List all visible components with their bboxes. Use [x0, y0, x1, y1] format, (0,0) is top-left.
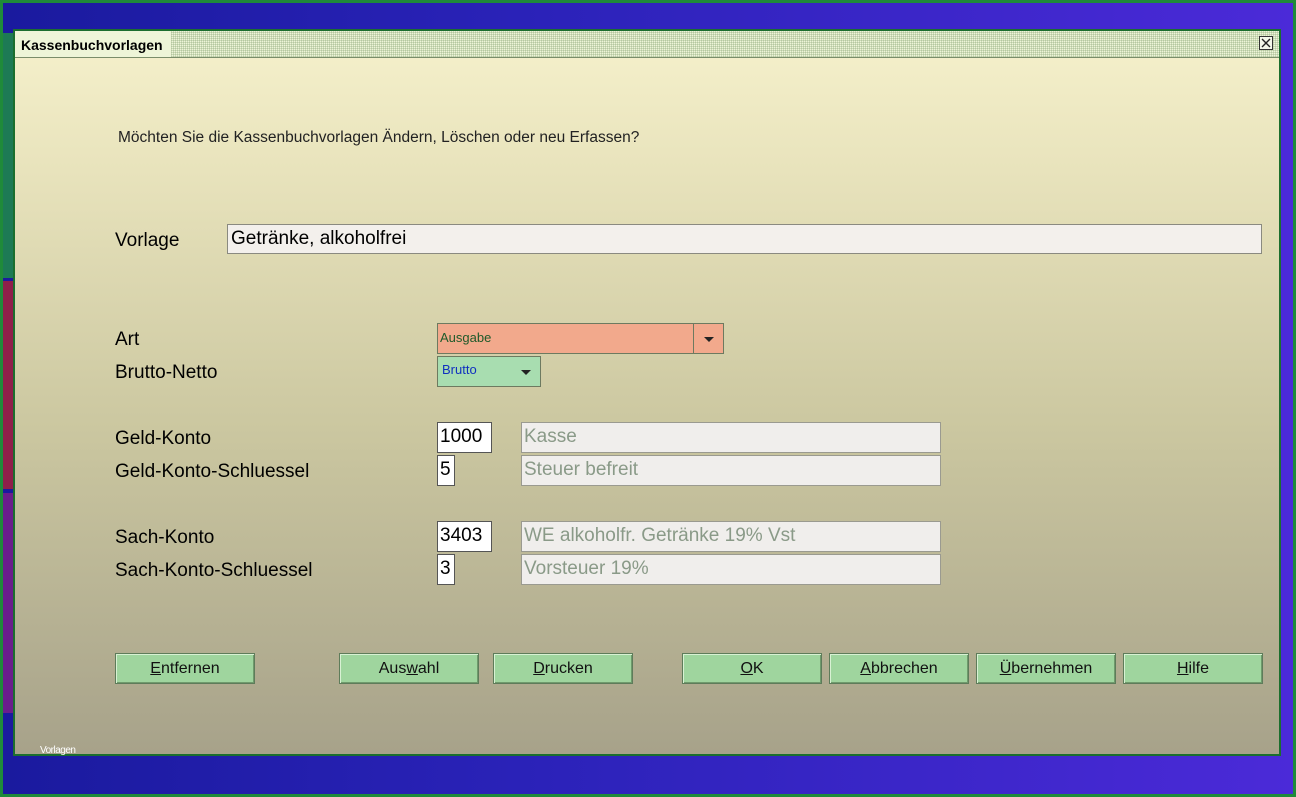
geld-konto-name: Kasse — [521, 422, 941, 453]
auswahl-label-end: ahl — [417, 660, 440, 677]
side-strip — [3, 33, 13, 278]
side-strip — [3, 493, 13, 713]
mnemonic-h: H — [1176, 660, 1189, 677]
abbrechen-button[interactable]: Abbrechen — [829, 653, 969, 684]
window-title: Kassenbuchvorlagen — [15, 31, 171, 57]
side-strip — [3, 281, 13, 489]
ok-button[interactable]: OK — [682, 653, 822, 684]
drucken-label: rucken — [544, 660, 593, 677]
brutto-netto-label: Brutto-Netto — [115, 362, 218, 383]
entfernen-label: ntfernen — [160, 660, 220, 677]
geld-konto-input[interactable]: 1000 — [437, 422, 492, 453]
geld-konto-schluessel-input[interactable]: 5 — [437, 455, 455, 486]
sach-konto-schluessel-name: Vorsteuer 19% — [521, 554, 941, 585]
sach-konto-name: WE alkoholfr. Getränke 19% Vst — [521, 521, 941, 552]
geld-konto-schluessel-name: Steuer befreit — [521, 455, 941, 486]
status-text: Vorlagen — [40, 745, 76, 756]
brutto-netto-value: Brutto — [442, 362, 477, 377]
auswahl-label-start: Aus — [378, 660, 407, 677]
drucken-button[interactable]: Drucken — [493, 653, 633, 684]
chevron-down-icon[interactable] — [693, 324, 723, 353]
mnemonic-d: D — [533, 660, 545, 677]
vorlage-input[interactable]: Getränke, alkoholfrei — [227, 224, 1262, 254]
dialog-window: Kassenbuchvorlagen Möchten Sie die Kasse… — [13, 29, 1281, 756]
sach-konto-input[interactable]: 3403 — [437, 521, 492, 552]
close-icon[interactable] — [1259, 36, 1273, 50]
entfernen-button[interactable]: Entfernen — [115, 653, 255, 684]
sach-konto-schluessel-label: Sach-Konto-Schluessel — [115, 560, 313, 581]
mnemonic-w: w — [406, 660, 418, 677]
geld-konto-label: Geld-Konto — [115, 428, 212, 449]
prompt-text: Möchten Sie die Kassenbuchvorlagen Änder… — [118, 129, 640, 146]
hilfe-button[interactable]: Hilfe — [1123, 653, 1263, 684]
chevron-down-icon[interactable] — [511, 357, 540, 386]
mnemonic-ue: Ü — [999, 660, 1012, 677]
mnemonic-a: A — [860, 660, 871, 677]
brutto-netto-dropdown[interactable]: Brutto — [437, 356, 541, 387]
geld-konto-schluessel-label: Geld-Konto-Schluessel — [115, 461, 310, 482]
art-dropdown[interactable]: Ausgabe — [437, 323, 724, 354]
sach-konto-label: Sach-Konto — [115, 527, 215, 548]
vorlage-label: Vorlage — [115, 230, 180, 251]
uebernehmen-label: bernehmen — [1011, 660, 1093, 677]
hilfe-label: ilfe — [1188, 660, 1209, 677]
ok-label: K — [752, 660, 764, 677]
art-label: Art — [115, 329, 140, 350]
sach-konto-schluessel-input[interactable]: 3 — [437, 554, 455, 585]
mnemonic-e: E — [150, 660, 161, 677]
abbrechen-label: bbrechen — [870, 660, 938, 677]
art-value: Ausgabe — [440, 330, 492, 345]
auswahl-button[interactable]: Auswahl — [339, 653, 479, 684]
mnemonic-o: O — [740, 660, 753, 677]
title-bar[interactable]: Kassenbuchvorlagen — [15, 31, 1279, 58]
uebernehmen-button[interactable]: Übernehmen — [976, 653, 1116, 684]
